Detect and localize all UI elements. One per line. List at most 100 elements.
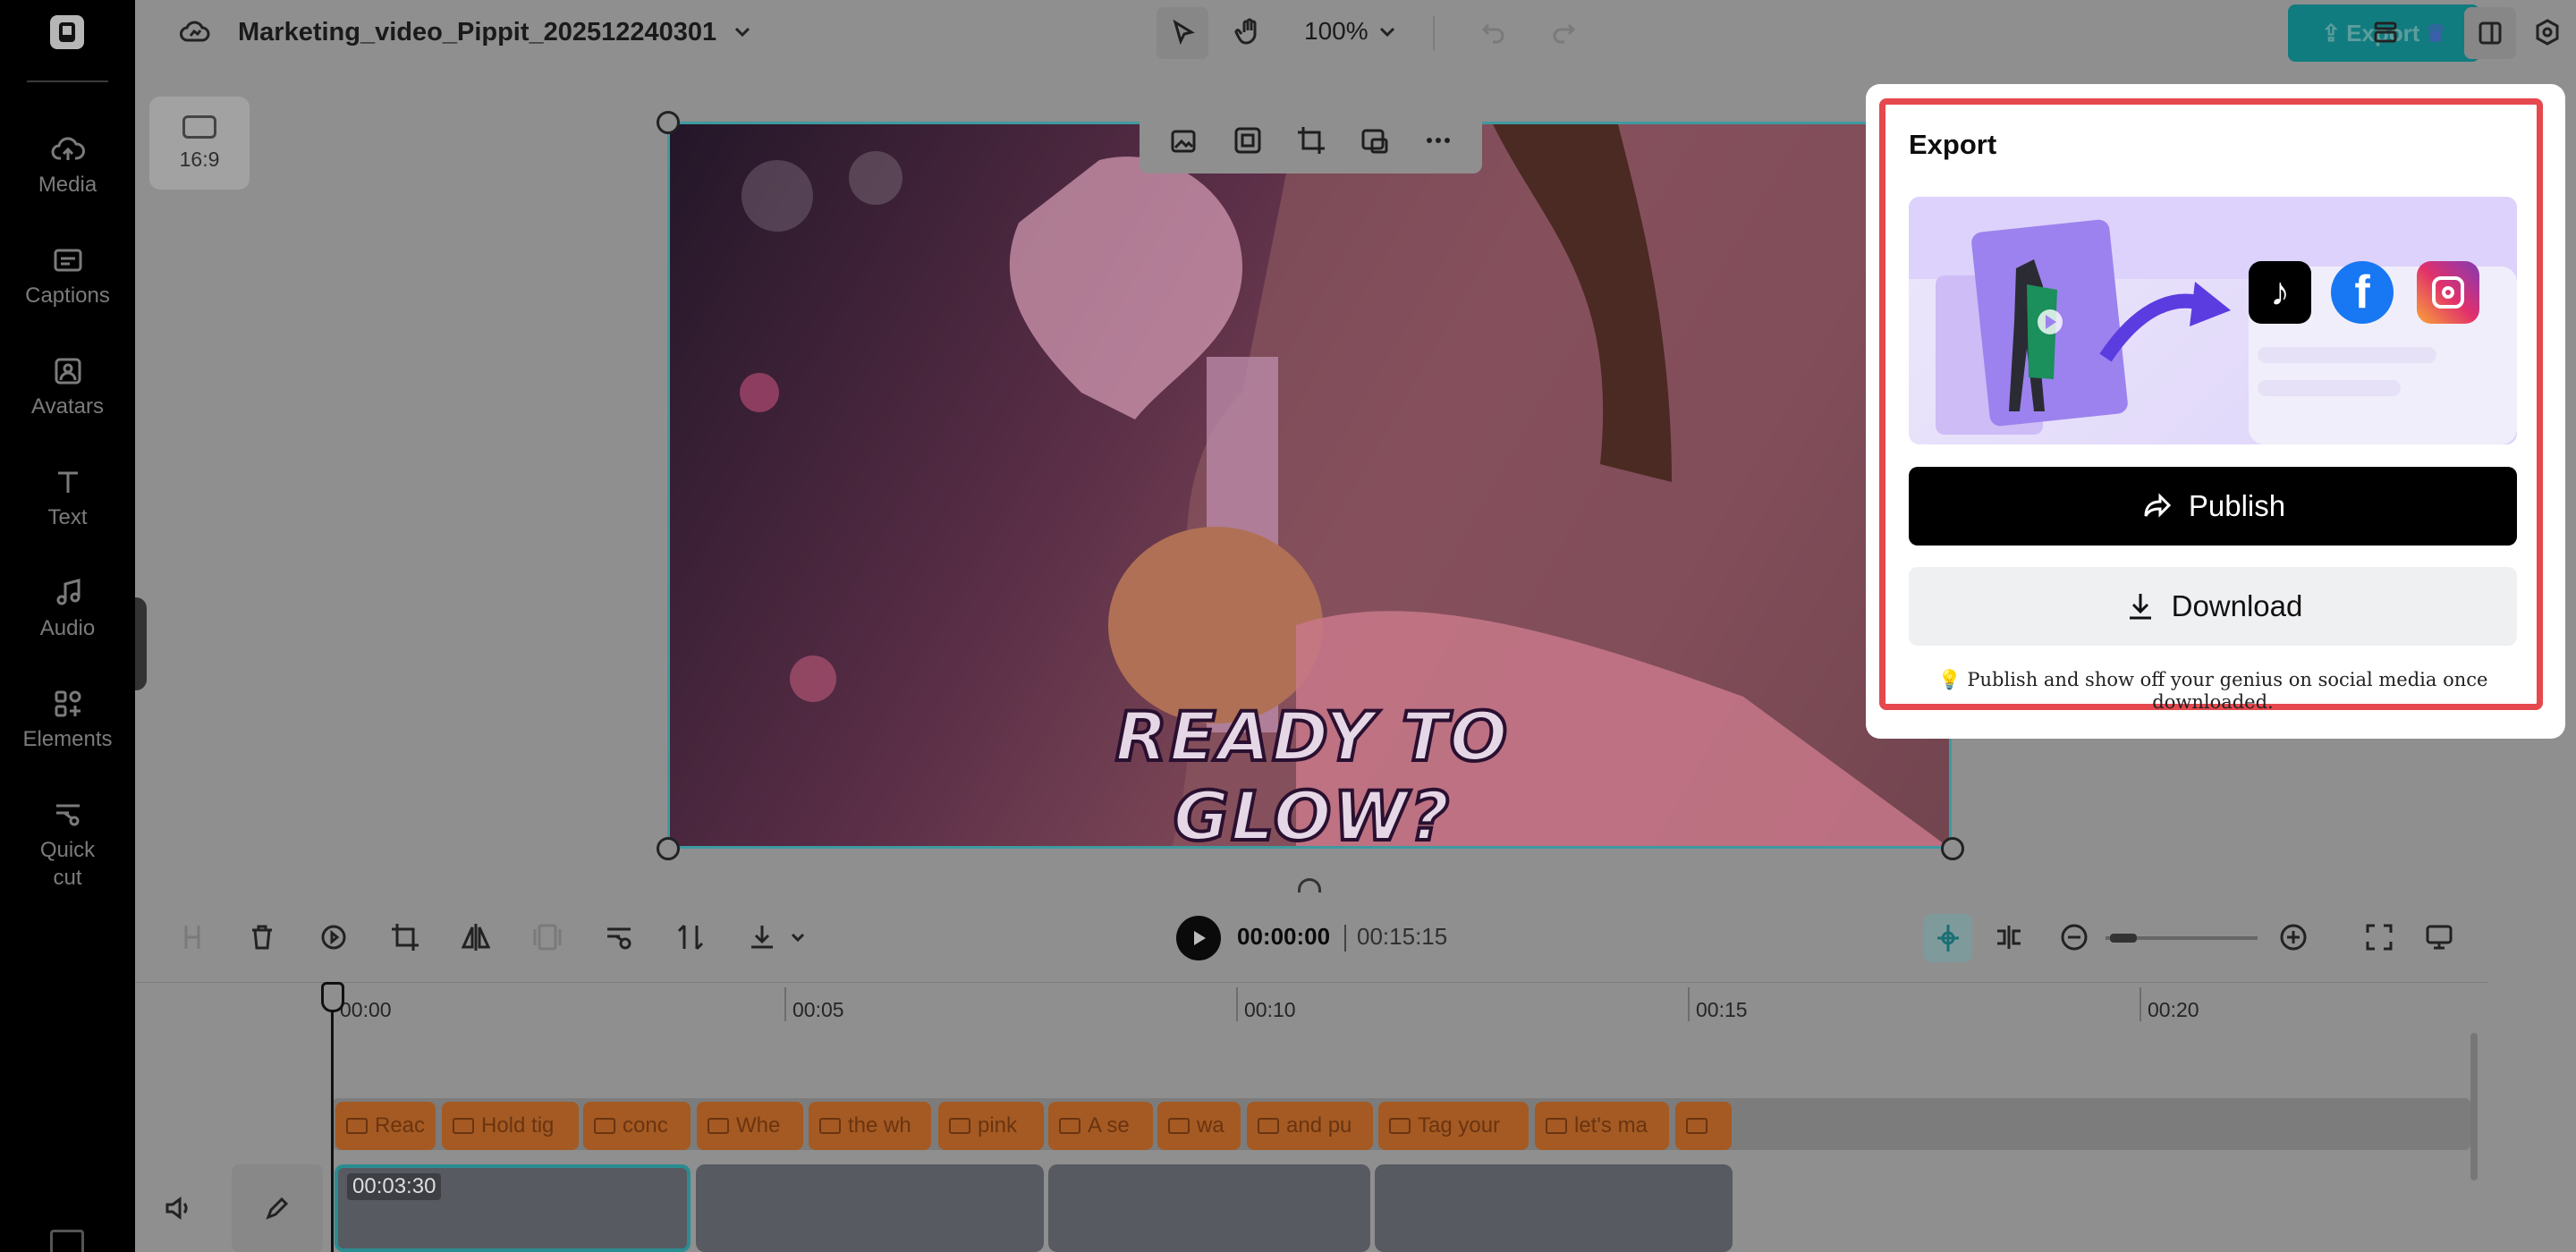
caption-clip[interactable]: the wh bbox=[809, 1102, 931, 1150]
video-preview[interactable]: READY TO GLOW? bbox=[667, 122, 1952, 849]
download-clip-icon[interactable] bbox=[742, 918, 782, 957]
select-tool-icon[interactable] bbox=[1157, 7, 1208, 59]
split-icon[interactable] bbox=[173, 918, 212, 957]
ruler-label: 00:05 bbox=[792, 998, 844, 1021]
video-caption: READY TO GLOW? bbox=[1114, 695, 1510, 849]
crop-clip-icon[interactable] bbox=[386, 918, 425, 957]
top-bar: Marketing_video_Pippit_202512240301 100%… bbox=[135, 0, 2576, 68]
edit-track-button[interactable] bbox=[232, 1164, 323, 1252]
delete-icon[interactable] bbox=[242, 918, 282, 957]
caption-clip[interactable]: wa bbox=[1157, 1102, 1241, 1150]
sidebar-item-quick-cut[interactable]: Quick cut bbox=[0, 797, 135, 892]
panel-layout-icon[interactable] bbox=[2464, 7, 2516, 59]
fullscreen-icon[interactable] bbox=[2360, 918, 2399, 957]
zoom-chevron-icon[interactable] bbox=[1368, 13, 1407, 52]
caption-clip[interactable]: Reac bbox=[335, 1102, 436, 1150]
caption-clip[interactable]: let's ma bbox=[1535, 1102, 1669, 1150]
trim-icon[interactable] bbox=[671, 918, 710, 957]
zoom-level[interactable]: 100% bbox=[1304, 17, 1368, 46]
freeze-icon[interactable] bbox=[528, 918, 567, 957]
avatar-icon bbox=[55, 358, 80, 385]
background-remove-icon[interactable] bbox=[1358, 123, 1392, 157]
snap-icon[interactable] bbox=[1924, 914, 1972, 962]
sidebar-item-elements[interactable]: Elements bbox=[0, 686, 135, 753]
sidebar-item-media[interactable]: Media bbox=[0, 131, 135, 199]
split-track-icon[interactable] bbox=[1989, 918, 2029, 957]
timeline-scrollbar[interactable] bbox=[2470, 1033, 2478, 1180]
caption-clip[interactable]: conc bbox=[583, 1102, 691, 1150]
crown-icon: ♛ bbox=[2425, 19, 2446, 47]
sidebar-item-avatars[interactable]: Avatars bbox=[0, 353, 135, 420]
caption-clip[interactable]: A se bbox=[1048, 1102, 1153, 1150]
rotate-handle-icon[interactable] bbox=[1298, 878, 1321, 892]
playhead[interactable] bbox=[331, 984, 334, 1252]
crop-icon[interactable] bbox=[1294, 123, 1328, 157]
publish-label: Publish bbox=[2188, 489, 2286, 522]
instagram-icon bbox=[2417, 261, 2479, 324]
caption-clip-text: pink bbox=[978, 1113, 1018, 1138]
resize-handle-bottom-left[interactable] bbox=[657, 837, 680, 860]
zoom-in-icon[interactable] bbox=[2274, 918, 2313, 957]
app-logo[interactable] bbox=[50, 15, 84, 49]
cloud-sync-icon[interactable] bbox=[175, 13, 215, 52]
caption-clip-text: Whe bbox=[736, 1113, 781, 1138]
layers-icon[interactable] bbox=[2366, 13, 2405, 52]
timeline-ruler[interactable] bbox=[135, 982, 2487, 1027]
resize-handle-top-left[interactable] bbox=[657, 111, 680, 134]
clip-duration: 00:03:30 bbox=[347, 1173, 442, 1200]
caption-icon bbox=[346, 1118, 368, 1134]
video-clip[interactable] bbox=[1375, 1164, 1733, 1252]
caption-clip-text: let's ma bbox=[1574, 1113, 1648, 1138]
caption-icon bbox=[1686, 1118, 1707, 1134]
fit-frame-icon[interactable] bbox=[1231, 123, 1265, 157]
preview-screen-icon[interactable] bbox=[2419, 918, 2459, 957]
keyboard-icon[interactable] bbox=[50, 1230, 84, 1252]
chevron-down-icon[interactable] bbox=[723, 13, 762, 52]
download-label: Download bbox=[2171, 589, 2303, 622]
quick-cut-icon bbox=[55, 804, 80, 826]
caption-clip[interactable]: Hold tig bbox=[442, 1102, 579, 1150]
playhead-handle[interactable] bbox=[321, 982, 344, 1012]
download-chevron-icon[interactable] bbox=[778, 918, 818, 957]
caption-clip-text: the wh bbox=[848, 1113, 911, 1138]
project-title[interactable]: Marketing_video_Pippit_202512240301 bbox=[238, 18, 716, 47]
sidebar-item-label: Elements bbox=[22, 727, 113, 751]
aspect-ratio-button[interactable]: 16:9 bbox=[149, 97, 250, 190]
cloud-upload-icon bbox=[51, 137, 85, 160]
pencil-icon bbox=[266, 1197, 289, 1220]
sidebar-item-label: Quick cut bbox=[39, 838, 96, 890]
caption-clip[interactable]: Whe bbox=[697, 1102, 803, 1150]
speed-icon[interactable] bbox=[314, 918, 353, 957]
hand-tool-icon[interactable] bbox=[1230, 13, 1269, 52]
zoom-slider-thumb[interactable] bbox=[2110, 934, 2137, 943]
download-icon bbox=[2129, 594, 2151, 620]
remove-background-icon[interactable] bbox=[599, 918, 639, 957]
caption-clip[interactable]: pink bbox=[938, 1102, 1044, 1150]
sidebar-item-captions[interactable]: Captions bbox=[0, 242, 135, 309]
sidebar-item-audio[interactable]: Audio bbox=[0, 575, 135, 642]
flip-icon[interactable] bbox=[456, 918, 496, 957]
settings-icon[interactable] bbox=[2528, 13, 2567, 52]
caption-icon bbox=[949, 1118, 970, 1134]
resize-handle-bottom-right[interactable] bbox=[1941, 837, 1964, 860]
mute-icon[interactable] bbox=[159, 1189, 199, 1228]
publish-button[interactable]: Publish bbox=[1909, 467, 2517, 546]
undo-icon[interactable] bbox=[1474, 13, 1513, 52]
more-options-icon[interactable] bbox=[1421, 123, 1455, 157]
caption-clip[interactable]: Tag your bbox=[1378, 1102, 1529, 1150]
download-button[interactable]: Download bbox=[1909, 567, 2517, 646]
zoom-out-icon[interactable] bbox=[2055, 918, 2094, 957]
play-button[interactable] bbox=[1176, 916, 1221, 960]
sidebar-collapse-handle[interactable] bbox=[135, 597, 147, 690]
share-arrow-icon bbox=[2144, 493, 2171, 518]
caption-clip[interactable]: and pu bbox=[1247, 1102, 1373, 1150]
sidebar-item-text[interactable]: Text bbox=[0, 464, 135, 531]
export-hint: 💡 Publish and show off your genius on so… bbox=[1937, 669, 2488, 713]
replace-image-icon[interactable] bbox=[1167, 123, 1201, 157]
caption-clip[interactable] bbox=[1675, 1102, 1732, 1150]
video-clip[interactable] bbox=[1048, 1164, 1370, 1252]
video-clip[interactable] bbox=[696, 1164, 1044, 1252]
caption-clip-text: wa bbox=[1197, 1113, 1224, 1138]
redo-icon[interactable] bbox=[1544, 13, 1583, 52]
video-clip-selected[interactable]: 00:03:30 bbox=[335, 1164, 691, 1252]
